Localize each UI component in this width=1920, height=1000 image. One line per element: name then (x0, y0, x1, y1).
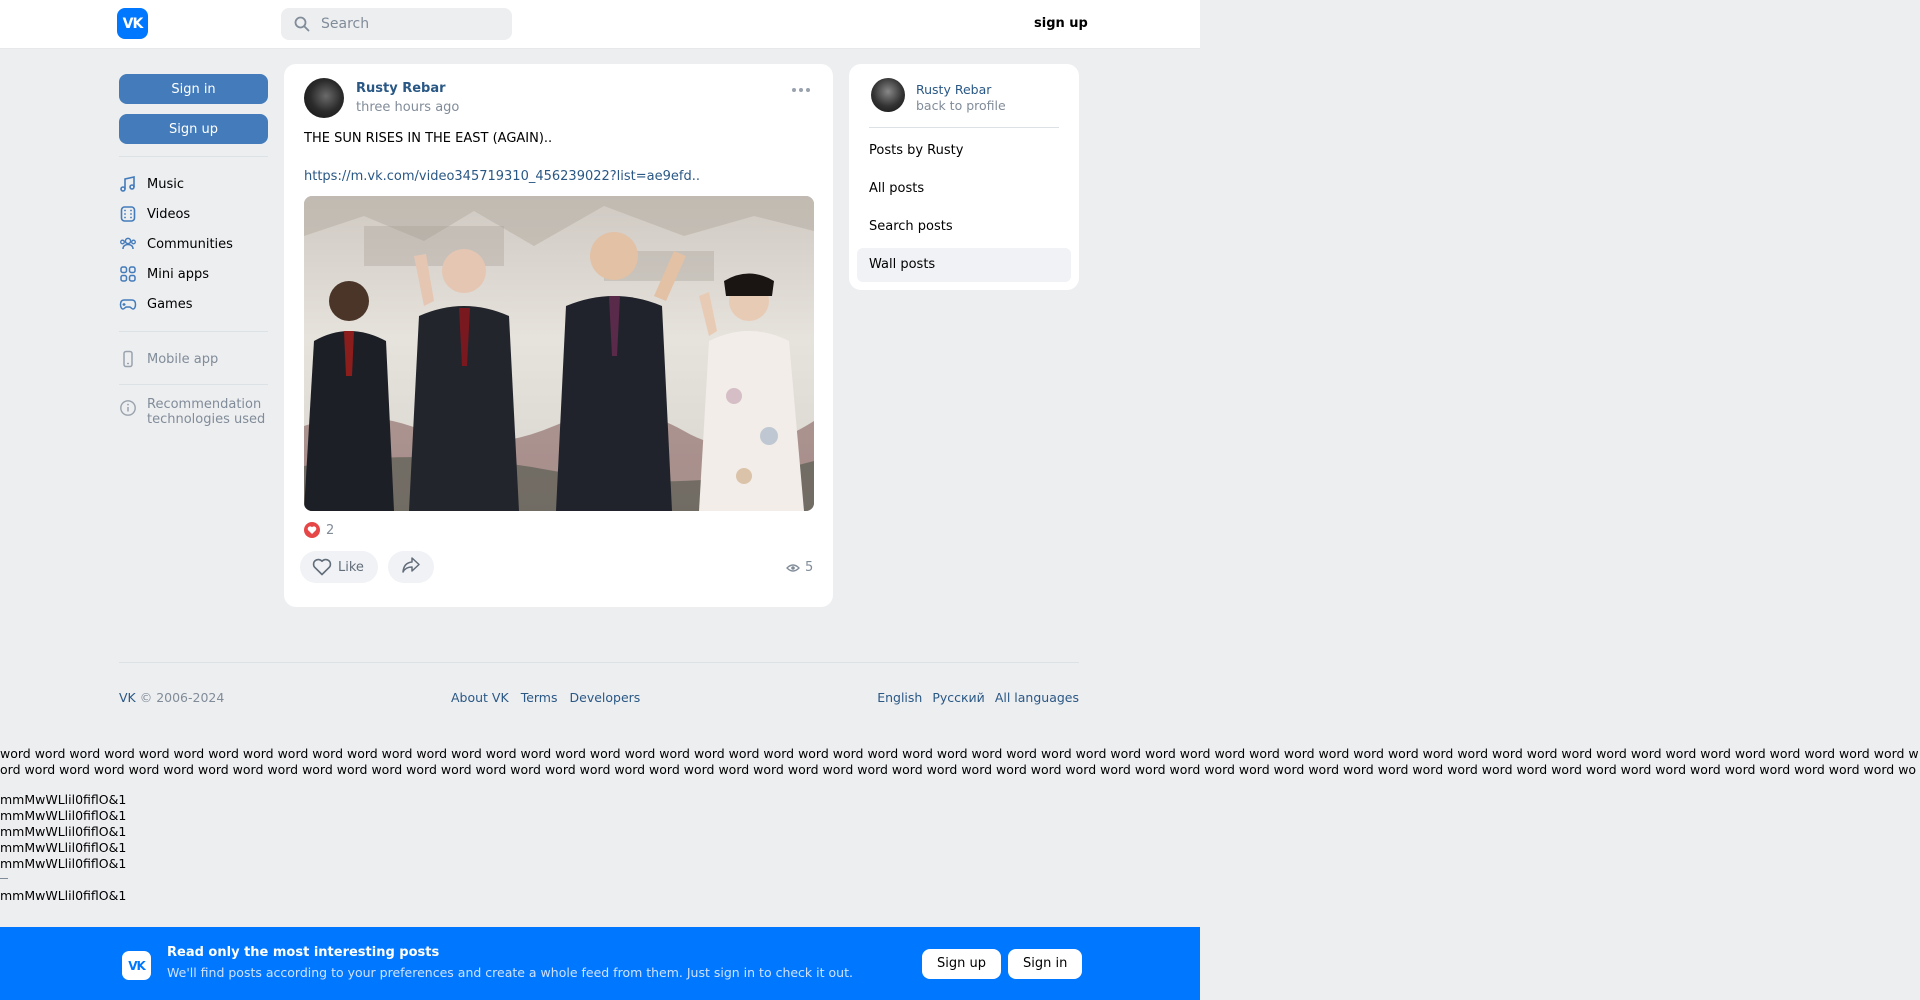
vk-logo: VK (122, 951, 151, 980)
info-icon (119, 399, 137, 417)
like-button[interactable]: Like (300, 551, 378, 583)
probe-word-text: word word word word word word word word … (0, 746, 1919, 777)
copyright-text: © 2006-2024 (135, 690, 225, 705)
menu-divider (869, 127, 1059, 128)
communities-icon (119, 235, 137, 253)
probe-lines: mmMwWLlil0fiflO&1 mmMwWLlil0fiflO&1 mmMw… (0, 792, 126, 904)
eye-icon (786, 563, 800, 573)
footer-link-about[interactable]: About VK (451, 690, 509, 705)
back-to-profile-link[interactable]: back to profile (916, 98, 1006, 113)
post-card: Rusty Rebar three hours ago THE SUN RISE… (284, 64, 833, 607)
sidebar-item-games[interactable]: Games (119, 289, 268, 319)
signin-button[interactable]: Sign in (119, 74, 268, 104)
profile-menu: Rusty Rebar back to profile Posts by Rus… (849, 64, 1079, 290)
likes-count: 2 (326, 522, 335, 538)
mini-apps-icon (119, 265, 137, 283)
sidebar-item-label: Mini apps (147, 266, 210, 282)
footer-copyright: VK © 2006-2024 (119, 690, 224, 705)
likes-summary[interactable]: 2 (304, 522, 334, 538)
left-sidebar: Sign in Sign up Music Videos Communities… (119, 74, 268, 427)
top-header: VK sign up (0, 0, 1200, 49)
sidebar-item-mobile-app[interactable]: Mobile app (119, 344, 268, 374)
signup-button[interactable]: Sign up (119, 114, 268, 144)
vk-logo[interactable]: VK (117, 8, 148, 39)
video-icon (119, 205, 137, 223)
footer-languages: English Русский All languages (877, 690, 1079, 705)
post-photo[interactable] (304, 196, 814, 511)
banner-signup-button[interactable]: Sign up (922, 949, 1001, 979)
menu-item-posts-by-rusty[interactable]: Posts by Rusty (857, 134, 1071, 168)
signup-banner: VK Read only the most interesting posts … (0, 927, 1200, 1000)
probe-line: mmMwWLlil0fiflO&1 (0, 840, 127, 855)
banner-signin-button[interactable]: Sign in (1008, 949, 1083, 979)
banner-title: Read only the most interesting posts (167, 945, 440, 960)
sidebar-item-recommendations[interactable]: Recommendation technologies used (119, 397, 268, 427)
sidebar-item-communities[interactable]: Communities (119, 229, 268, 259)
sidebar-item-videos[interactable]: Videos (119, 199, 268, 229)
footer-divider (119, 662, 1079, 663)
post-time[interactable]: three hours ago (356, 100, 459, 115)
header-signup-link[interactable]: sign up (1034, 16, 1088, 31)
share-icon (401, 556, 421, 578)
lang-all[interactable]: All languages (995, 690, 1079, 705)
footer-link-terms[interactable]: Terms (521, 690, 558, 705)
sidebar-item-mini-apps[interactable]: Mini apps (119, 259, 268, 289)
probe-line: mmMwWLlil0fiflO&1 (0, 856, 127, 871)
like-label: Like (338, 559, 364, 575)
heart-icon (304, 522, 320, 538)
probe-divider (0, 878, 8, 888)
sidebar-divider (119, 156, 268, 157)
lang-english[interactable]: English (877, 690, 922, 705)
views-count: 5 (805, 560, 814, 575)
search-icon (293, 15, 311, 33)
footer-vk-link[interactable]: VK (119, 690, 136, 705)
music-icon (119, 175, 137, 193)
sidebar-item-label: Mobile app (147, 351, 219, 367)
sidebar-item-label: Music (147, 176, 184, 192)
heart-outline-icon (312, 558, 332, 576)
sidebar-item-music[interactable]: Music (119, 169, 268, 199)
footer-links: About VK Terms Developers (451, 690, 640, 705)
banner-subtitle: We'll find posts according to your prefe… (167, 965, 853, 980)
sidebar-item-label: Recommendation technologies used (147, 397, 265, 427)
profile-name[interactable]: Rusty Rebar (916, 82, 991, 97)
search-input[interactable] (319, 15, 503, 33)
search-box[interactable] (281, 8, 512, 40)
menu-item-search-posts[interactable]: Search posts (857, 210, 1071, 244)
post-author[interactable]: Rusty Rebar (356, 81, 446, 96)
probe-line: mmMwWLlil0fiflO&1 (0, 792, 127, 807)
probe-line: mmMwWLlil0fiflO&1 (0, 808, 127, 823)
sidebar-item-label: Games (147, 296, 193, 312)
recommendation-line-2: technologies used (147, 412, 266, 427)
profile-avatar[interactable] (871, 78, 905, 112)
probe-line: mmMwWLlil0fiflO&1 (0, 824, 127, 839)
post-text: THE SUN RISES IN THE EAST (AGAIN).. (304, 131, 553, 146)
sidebar-item-label: Videos (147, 206, 191, 222)
sidebar-divider (119, 331, 268, 332)
lang-russian[interactable]: Русский (932, 690, 984, 705)
probe-line: mmMwWLlil0fiflO&1 (0, 888, 127, 903)
post-link[interactable]: https://m.vk.com/video345719310_45623902… (304, 169, 700, 184)
games-icon (119, 295, 137, 313)
views-counter: 5 (786, 560, 813, 575)
phone-icon (119, 350, 137, 368)
sidebar-item-label: Communities (147, 236, 233, 252)
author-avatar[interactable] (304, 78, 344, 118)
share-button[interactable] (388, 551, 434, 583)
menu-item-wall-posts[interactable]: Wall posts (857, 248, 1071, 282)
menu-item-all-posts[interactable]: All posts (857, 172, 1071, 206)
sidebar-divider (119, 384, 268, 385)
recommendation-line-1: Recommendation (147, 397, 262, 412)
footer-link-developers[interactable]: Developers (570, 690, 641, 705)
more-options-icon[interactable] (792, 88, 810, 92)
